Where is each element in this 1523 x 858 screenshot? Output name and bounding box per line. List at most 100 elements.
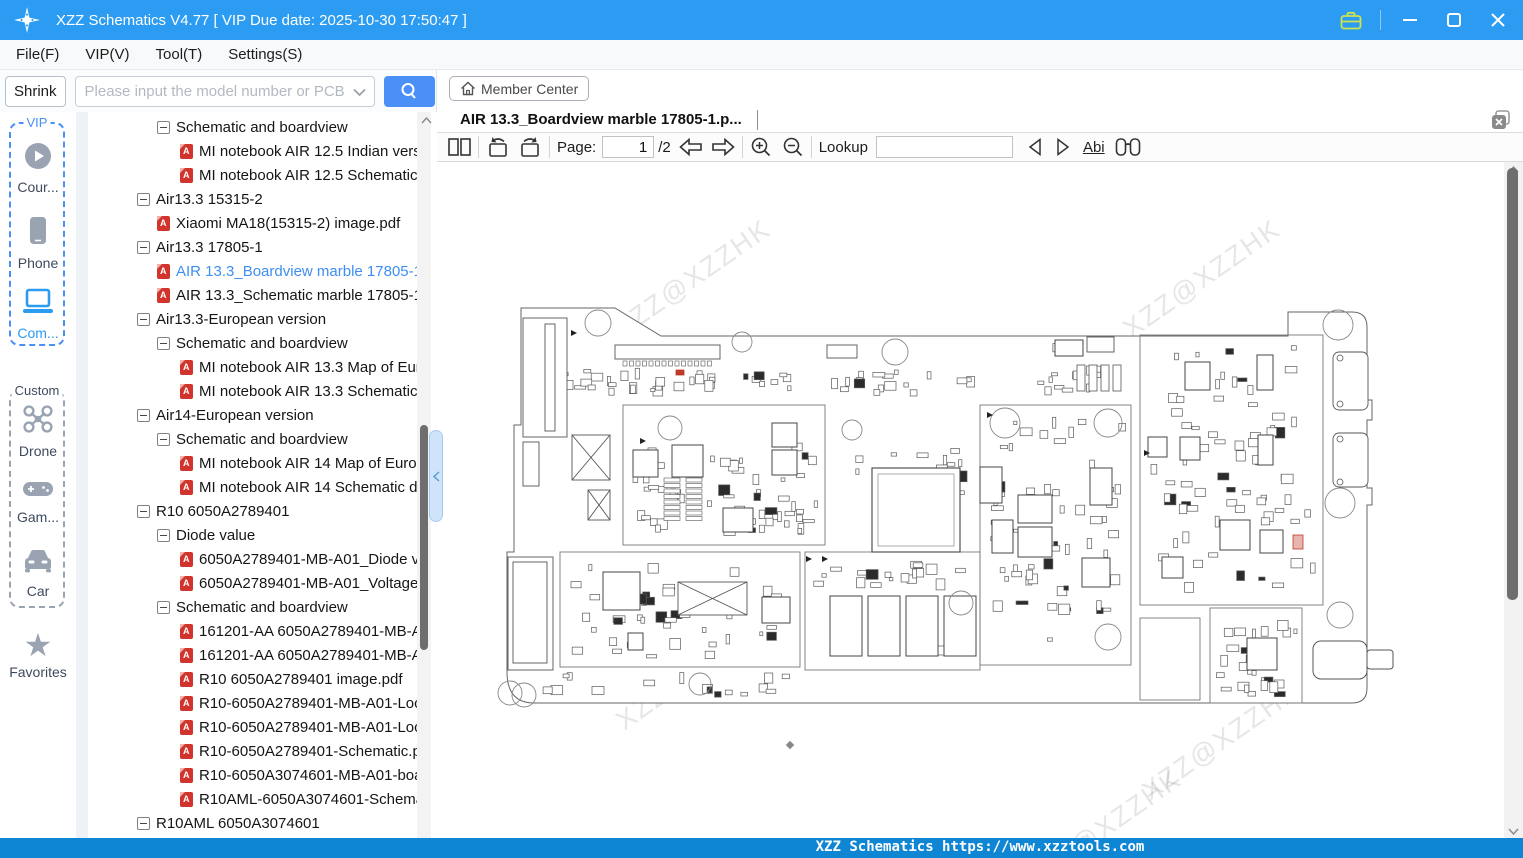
match-case-button[interactable]: Abi — [1083, 139, 1105, 156]
tree-item[interactable]: Schematic and boardview — [157, 595, 348, 619]
find-next-icon[interactable] — [1055, 138, 1071, 156]
menu-settings[interactable]: Settings(S) — [228, 46, 302, 63]
zoom-in-icon[interactable] — [750, 136, 772, 158]
tree-item[interactable]: Schematic and boardview — [157, 427, 348, 451]
two-page-view-icon[interactable] — [448, 138, 471, 156]
tree-item[interactable]: 6050A2789401-MB-A01_Diode va — [180, 547, 417, 571]
sidebar-item-favorites[interactable]: ★ Favorites — [0, 629, 76, 680]
tree-item[interactable]: Xiaomi MA18(15315-2) image.pdf — [157, 211, 400, 235]
tree-scrollbar-thumb[interactable] — [420, 425, 428, 650]
binoculars-icon[interactable] — [1115, 137, 1141, 157]
tree-item[interactable]: Schematic and boardview — [157, 331, 348, 355]
sidebar-item-computer[interactable]: Com... — [0, 288, 76, 341]
search-icon — [401, 83, 416, 99]
tab-document-title[interactable]: AIR 13.3_Boardview marble 17805-1.p... — [460, 111, 742, 128]
boardview-canvas[interactable]: XZZ@XZZHKXZZ@XZZHKXZZ@XZZHKXZZ@XZZHKXZZ@… — [437, 162, 1504, 838]
close-all-tabs-icon[interactable] — [1491, 110, 1511, 130]
previous-page-icon[interactable] — [679, 138, 703, 156]
tree-item[interactable]: Diode value — [157, 523, 255, 547]
tree-item[interactable]: MI notebook AIR 13.3 Map of Eur — [180, 355, 417, 379]
status-text: XZZ Schematics https://www.xzztools.com — [815, 839, 1145, 855]
tree-item[interactable]: MI notebook AIR 13.3 Schematic — [180, 379, 417, 403]
tree-item[interactable]: R10-6050A2789401-MB-A01-Loca — [180, 715, 417, 739]
tree-item[interactable]: 161201-AA 6050A2789401-MB-A0 — [180, 643, 417, 667]
collapse-toggle-icon[interactable] — [137, 240, 150, 254]
tree-item[interactable]: R10 6050A2789401 — [137, 499, 289, 523]
menu-file[interactable]: File(F) — [16, 46, 59, 63]
chevron-down-icon[interactable] — [352, 88, 366, 97]
sidebar-item-drone[interactable]: Drone — [0, 404, 76, 459]
collapse-toggle-icon[interactable] — [137, 312, 150, 326]
tree-item[interactable]: R10AML-6050A3074601-Schemat — [180, 787, 417, 811]
shrink-button[interactable]: Shrink — [5, 75, 66, 107]
collapse-toggle-icon[interactable] — [157, 528, 170, 542]
tree-item-label: Schematic and boardview — [176, 334, 348, 352]
tree-item[interactable]: Air14-European version — [137, 403, 314, 427]
model-search-box — [74, 75, 375, 107]
maximize-button[interactable] — [1439, 5, 1469, 35]
tree-item[interactable]: 161201-AA 6050A2789401-MB-A0 — [180, 619, 417, 643]
rotate-right-icon[interactable] — [518, 136, 542, 158]
tree-item[interactable]: R10 6050A2789401 image.pdf — [180, 667, 403, 691]
lookup-input[interactable] — [875, 136, 1013, 158]
tree-item[interactable]: 6050A2789401-MB-A01_Voltage c — [180, 571, 417, 595]
tree-item[interactable]: Air13.3 17805-1 — [137, 235, 263, 259]
sidebar-item-car[interactable]: Car — [0, 548, 76, 599]
collapse-toggle-icon[interactable] — [137, 192, 150, 206]
tree-item[interactable]: R10-6050A3074601-MB-A01-boa — [180, 763, 417, 787]
member-center-button[interactable]: Member Center — [449, 76, 590, 101]
collapse-toggle-icon[interactable] — [137, 408, 150, 422]
tree-item[interactable]: R10-6050A2789401-MB-A01-Loca — [180, 691, 417, 715]
tree-item[interactable]: Schematic and boardview — [157, 115, 348, 139]
menu-tool[interactable]: Tool(T) — [156, 46, 203, 63]
pdf-icon — [180, 359, 193, 375]
find-previous-icon[interactable] — [1027, 138, 1043, 156]
minimize-button[interactable] — [1395, 5, 1425, 35]
pdf-icon — [180, 623, 193, 639]
tree-item[interactable]: MI notebook AIR 14 Schematic di — [180, 475, 417, 499]
sidebar-item-game[interactable]: Gam... — [0, 478, 76, 525]
tree-item-label: 6050A2789401-MB-A01_Voltage c — [199, 574, 417, 592]
pdf-icon — [180, 695, 193, 711]
model-search-input[interactable] — [84, 82, 355, 100]
rotate-left-icon[interactable] — [486, 136, 510, 158]
tree-item-label: AIR 13.3_Schematic marble 17805-1.p — [176, 286, 417, 304]
tree-item[interactable]: Air13.3-European version — [137, 307, 326, 331]
panel-collapse-handle[interactable] — [429, 430, 443, 522]
license-briefcase-icon[interactable] — [1336, 5, 1366, 35]
viewer-scroll-down-icon[interactable] — [1504, 825, 1523, 837]
tree-item[interactable]: AIR 13.3_Boardview marble 17805-1. — [157, 259, 417, 283]
next-page-icon[interactable] — [711, 138, 735, 156]
collapse-toggle-icon[interactable] — [157, 432, 170, 446]
sidebar-item-course[interactable]: Cour... — [0, 142, 76, 195]
close-button[interactable] — [1483, 5, 1513, 35]
tree-item[interactable]: R10-6050A2789401-Schematic.pd — [180, 739, 417, 763]
pdf-icon — [180, 743, 193, 759]
pdf-icon — [180, 791, 193, 807]
collapse-toggle-icon[interactable] — [157, 600, 170, 614]
tree-item[interactable]: MI notebook AIR 12.5 Indian vers — [180, 139, 417, 163]
tree-item[interactable]: AIR 13.3_Schematic marble 17805-1.p — [157, 283, 417, 307]
tree-item-label: Air13.3 17805-1 — [156, 238, 263, 256]
zoom-out-icon[interactable] — [782, 136, 804, 158]
collapse-toggle-icon[interactable] — [137, 504, 150, 518]
tree-item[interactable]: Air13.3 15315-2 — [137, 187, 263, 211]
tree-item[interactable]: MI notebook AIR 14 Map of Euro — [180, 451, 417, 475]
titlebar-divider — [1380, 10, 1381, 30]
collapse-toggle-icon[interactable] — [157, 336, 170, 350]
tree-item-label: 161201-AA 6050A2789401-MB-A0 — [199, 622, 417, 640]
tree-item[interactable]: MI notebook AIR 12.5 Schematic — [180, 163, 417, 187]
tree-scroll-up-icon[interactable] — [417, 114, 436, 126]
viewer-scrollbar-thumb[interactable] — [1507, 168, 1518, 600]
tree-item-label: MI notebook AIR 14 Map of Euro — [199, 454, 417, 472]
toolbar-separator — [478, 136, 479, 158]
pdf-icon — [180, 143, 193, 159]
tree-item[interactable]: R10AML 6050A3074601 — [137, 811, 320, 835]
menu-vip[interactable]: VIP(V) — [85, 46, 129, 63]
sidebar-item-phone[interactable]: Phone — [0, 216, 76, 271]
collapse-toggle-icon[interactable] — [157, 120, 170, 134]
collapse-toggle-icon[interactable] — [137, 816, 150, 830]
page-number-input[interactable] — [602, 136, 655, 158]
pdf-viewer[interactable]: XZZ@XZZHKXZZ@XZZHKXZZ@XZZHKXZZ@XZZHKXZZ@… — [437, 162, 1504, 838]
search-button[interactable] — [383, 75, 435, 107]
